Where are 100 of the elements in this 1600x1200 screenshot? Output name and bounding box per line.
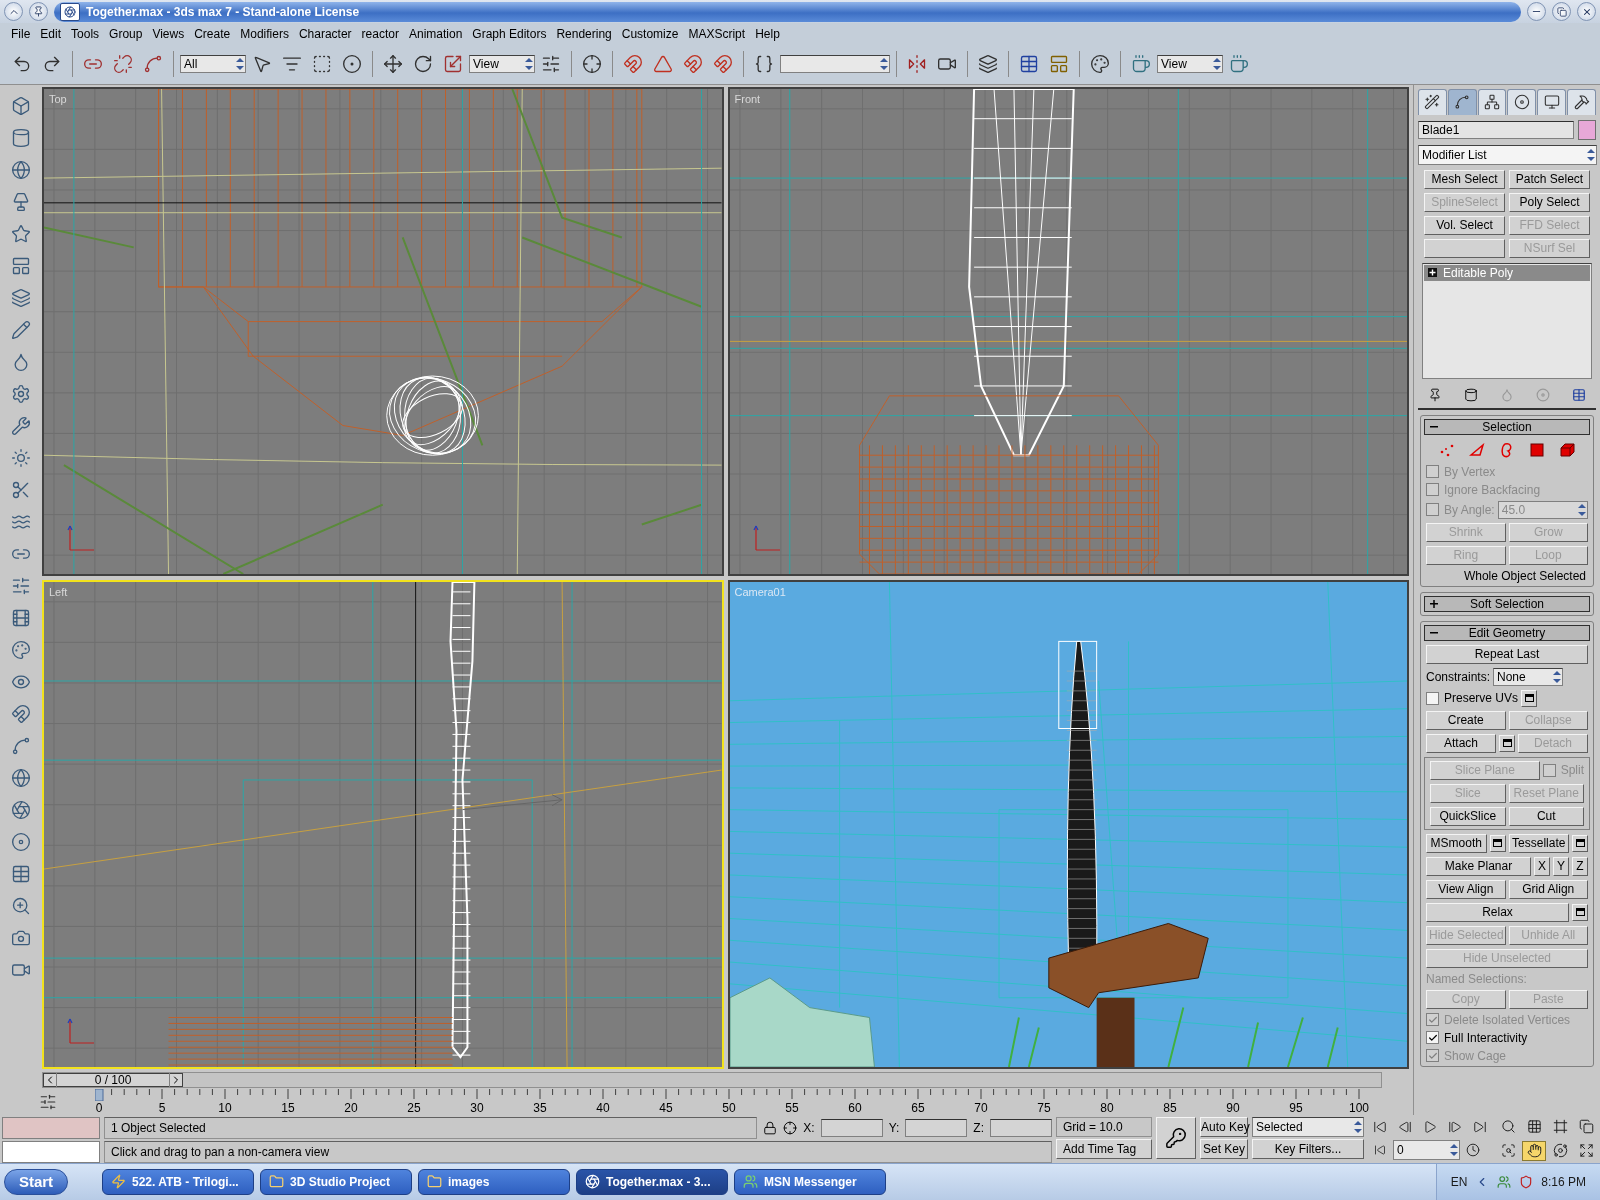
menu-item[interactable]: Modifiers [235,27,294,42]
move-icon[interactable] [383,54,403,75]
gear-icon[interactable] [11,384,31,404]
people-icon[interactable] [1497,1175,1512,1189]
set-key-mode-button[interactable] [1156,1117,1196,1159]
panel-button[interactable]: Relax [1426,903,1569,922]
dotted-circle-icon[interactable] [342,54,362,75]
axis-button[interactable]: X [1534,857,1550,876]
wrench-icon[interactable] [11,416,31,436]
menu-item[interactable]: MAXScript [683,27,751,42]
box-icon[interactable] [11,96,31,116]
layers-icon[interactable] [11,288,31,308]
aperture-icon[interactable] [11,800,31,820]
axis-icon[interactable] [582,54,602,75]
menu-item[interactable]: Rendering [551,27,617,42]
key-step-icon[interactable] [1374,1144,1386,1157]
key-filters-button[interactable]: Key Filters... [1252,1139,1364,1159]
panel-button[interactable]: Repeat Last [1426,645,1588,664]
render-view-dropdown[interactable]: View [1157,55,1223,74]
sun-icon[interactable] [11,448,31,468]
axis-button[interactable]: Z [1572,857,1588,876]
spinner-arrows-icon[interactable] [1552,670,1563,684]
coord-field[interactable] [905,1119,968,1137]
listener-field[interactable] [2,1117,100,1139]
time-slider-thumb[interactable]: 0 / 100 [43,1073,183,1087]
menu-item[interactable]: Create [189,27,236,42]
cylinder-icon[interactable] [1464,388,1478,402]
modifier-button[interactable]: Patch Select [1509,170,1590,189]
taskbar-button[interactable]: Together.max - 3... [576,1169,728,1195]
coord-field[interactable] [820,1119,883,1137]
object-color-swatch[interactable] [1578,120,1596,140]
table-icon[interactable] [1572,388,1586,402]
rotate-icon[interactable] [413,54,433,75]
panel-button[interactable]: Cut [1508,807,1584,826]
coord-system-dropdown[interactable]: View [469,55,535,74]
spinner-arrows-icon[interactable] [235,57,245,72]
taskbar-button[interactable]: images [418,1169,570,1195]
command-tab[interactable] [1477,89,1507,115]
taskbar-button[interactable]: MSN Messenger [734,1169,886,1195]
blank-button[interactable] [1424,239,1505,258]
constraints-dropdown[interactable]: None [1493,668,1564,686]
modifier-button[interactable]: Mesh Select [1424,170,1505,189]
layers-icon[interactable] [978,54,998,75]
command-tab[interactable] [1567,89,1596,115]
table-icon[interactable] [1019,54,1039,75]
command-tab[interactable] [1418,89,1447,115]
command-tab[interactable] [1507,89,1537,115]
panel-button[interactable]: MSmooth [1426,834,1487,853]
zoom-icon[interactable] [11,896,31,916]
checkbox[interactable]: Preserve UVs [1426,691,1519,706]
disc-icon[interactable] [11,832,31,852]
settings-button[interactable] [1521,690,1538,707]
shield-icon[interactable] [1519,1175,1534,1189]
rollout-header[interactable]: Edit Geometry [1424,625,1590,641]
panel-icon[interactable] [11,256,31,276]
globe-icon[interactable] [11,768,31,788]
film-icon[interactable] [11,608,31,628]
modifier-button[interactable]: Poly Select [1509,193,1590,212]
star-icon[interactable] [11,224,31,244]
start-button[interactable]: Start [4,1169,68,1195]
sliders-icon[interactable] [11,576,31,596]
unlink-icon[interactable] [113,54,133,75]
collapse-button[interactable] [4,2,23,22]
crosshair-icon[interactable] [783,1121,798,1135]
magnet-icon[interactable] [623,54,643,75]
menu-item[interactable]: Customize [616,27,684,42]
taskbar-button[interactable]: 522. ATB - Trilogi... [102,1169,254,1195]
spinner-arrows-icon[interactable] [524,57,534,72]
next-frame-icon[interactable] [1448,1120,1462,1135]
subobject-level-button[interactable] [1557,441,1577,459]
settings-button[interactable] [1572,835,1588,852]
add-time-tag-button[interactable]: Add Time Tag [1056,1139,1152,1159]
rollout-header[interactable]: Soft Selection [1424,596,1590,612]
dashed-square-icon[interactable] [312,54,332,75]
schematic-icon[interactable] [1049,54,1069,75]
settings-button[interactable] [1499,735,1515,752]
set-key-button[interactable]: Set Key [1200,1139,1248,1159]
modifier-list-dropdown[interactable]: Modifier List [1418,145,1597,165]
object-name-field[interactable]: Blade1 [1418,121,1574,139]
command-tab[interactable] [1537,89,1567,115]
sphere-icon[interactable] [11,160,31,180]
spinner-arrows-icon[interactable] [1212,57,1222,72]
scissors-icon[interactable] [11,480,31,500]
menu-item[interactable]: Animation [403,27,468,42]
key-mode-dropdown[interactable]: Selected [1252,1117,1364,1137]
table-icon[interactable] [11,864,31,884]
frame-field[interactable]: 0 [1393,1140,1460,1161]
panel-button[interactable]: Create [1426,711,1506,730]
axis-button[interactable]: Y [1553,857,1569,876]
curve-icon[interactable] [11,736,31,756]
coord-field[interactable] [990,1119,1052,1137]
subobject-level-button[interactable] [1527,441,1547,459]
rollout-header[interactable]: Selection [1424,419,1590,435]
braces-icon[interactable] [754,54,774,75]
menu-item[interactable]: Graph Editors [467,27,552,42]
camera-icon[interactable] [11,928,31,948]
lock-icon[interactable] [763,1121,778,1135]
palette-icon[interactable] [11,640,31,660]
close-button[interactable] [1577,2,1596,22]
pointer-icon[interactable] [252,54,272,75]
